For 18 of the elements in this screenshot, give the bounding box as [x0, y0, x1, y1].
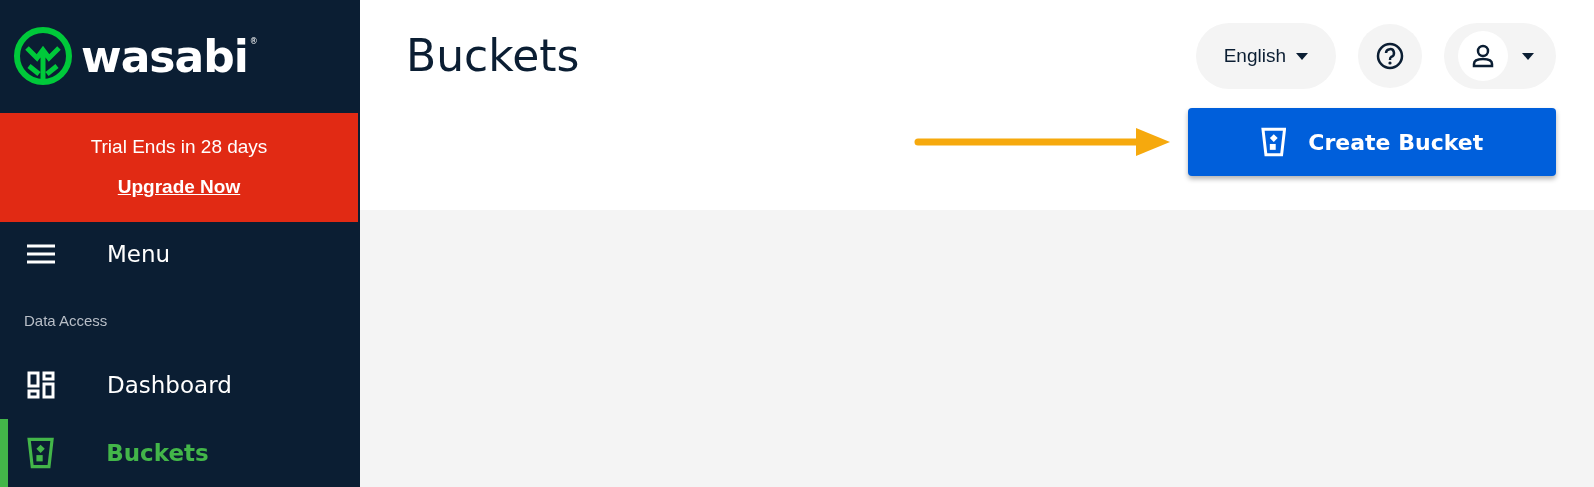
logo-text: wasabi® — [81, 30, 257, 82]
menu-icon[interactable] — [27, 244, 55, 265]
dashboard-icon — [27, 371, 55, 400]
create-bucket-button[interactable]: Create Bucket — [1188, 108, 1556, 176]
section-heading: Data Access — [23, 311, 109, 332]
language-dropdown[interactable]: English — [1195, 23, 1336, 89]
user-icon — [1471, 44, 1495, 68]
caret-icon — [1296, 52, 1308, 60]
help-icon — [1376, 42, 1404, 70]
page-title: Buckets — [406, 30, 580, 83]
trial-message: Trial Ends in 28 days — [90, 136, 268, 159]
bucket-icon — [27, 437, 55, 470]
nav-item[interactable]: Dashboard — [0, 351, 358, 420]
bucket-icon — [1260, 127, 1287, 157]
caret-icon — [1522, 52, 1534, 60]
menu-label: Menu — [107, 241, 171, 268]
logo-icon — [13, 26, 73, 87]
upgrade-link[interactable]: Upgrade Now — [117, 176, 241, 199]
